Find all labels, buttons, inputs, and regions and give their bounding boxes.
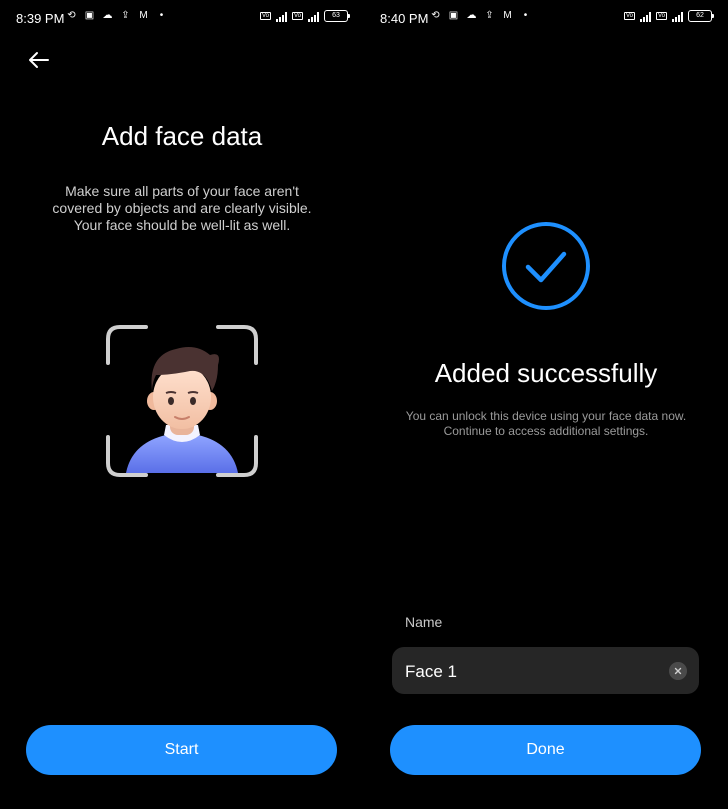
nfc-icon: ▣ (84, 10, 95, 21)
add-face-screen: 8:39 PM ⟲ ▣ ☁ ⇪ M • Vo Vo 63 Add face da… (0, 0, 364, 809)
name-field[interactable]: Face 1 (392, 647, 699, 694)
upload-icon: ⇪ (121, 10, 130, 21)
dot-icon: • (523, 10, 528, 21)
status-time: 8:40 PM (380, 11, 429, 26)
cloud-icon: ☁ (466, 10, 477, 21)
face-avatar-illustration (106, 325, 258, 477)
face-added-screen: 8:40 PM ⟲ ▣ ☁ ⇪ M • Vo Vo 62 Added succe… (364, 0, 728, 809)
name-value[interactable]: Face 1 (405, 662, 457, 682)
battery-icon: 63 (324, 10, 350, 22)
status-bar: 8:39 PM ⟲ ▣ ☁ ⇪ M • Vo Vo 63 (0, 0, 364, 36)
success-description: You can unlock this device using your fa… (405, 409, 687, 438)
back-arrow-icon[interactable] (26, 48, 52, 72)
signal-icon (275, 11, 287, 22)
start-button[interactable]: Start (26, 725, 337, 775)
sync-off-icon: ⟲ (67, 10, 76, 21)
upload-icon: ⇪ (485, 10, 494, 21)
page-title: Add face data (101, 121, 263, 151)
status-bar: 8:40 PM ⟲ ▣ ☁ ⇪ M • Vo Vo 62 (364, 0, 728, 36)
done-button[interactable]: Done (390, 725, 701, 775)
instructions: Make sure all parts of your face aren't … (52, 183, 312, 233)
dot-icon: • (159, 10, 164, 21)
volte-icon: Vo (655, 12, 667, 20)
mail-icon: M (503, 10, 512, 21)
name-label: Name (405, 614, 443, 630)
nfc-icon: ▣ (448, 10, 459, 21)
clear-icon[interactable] (669, 662, 687, 680)
battery-icon: 62 (688, 10, 714, 22)
volte-icon: Vo (291, 12, 303, 20)
check-circle-icon (502, 222, 590, 310)
status-time: 8:39 PM (16, 11, 65, 26)
volte-icon: Vo (259, 12, 271, 20)
mail-icon: M (139, 10, 148, 21)
signal-icon (639, 11, 651, 22)
signal-icon (308, 11, 319, 22)
volte-icon: Vo (623, 12, 635, 20)
success-title: Added successfully (434, 358, 658, 388)
cloud-icon: ☁ (102, 10, 113, 21)
sync-off-icon: ⟲ (431, 10, 440, 21)
signal-icon (672, 11, 683, 22)
